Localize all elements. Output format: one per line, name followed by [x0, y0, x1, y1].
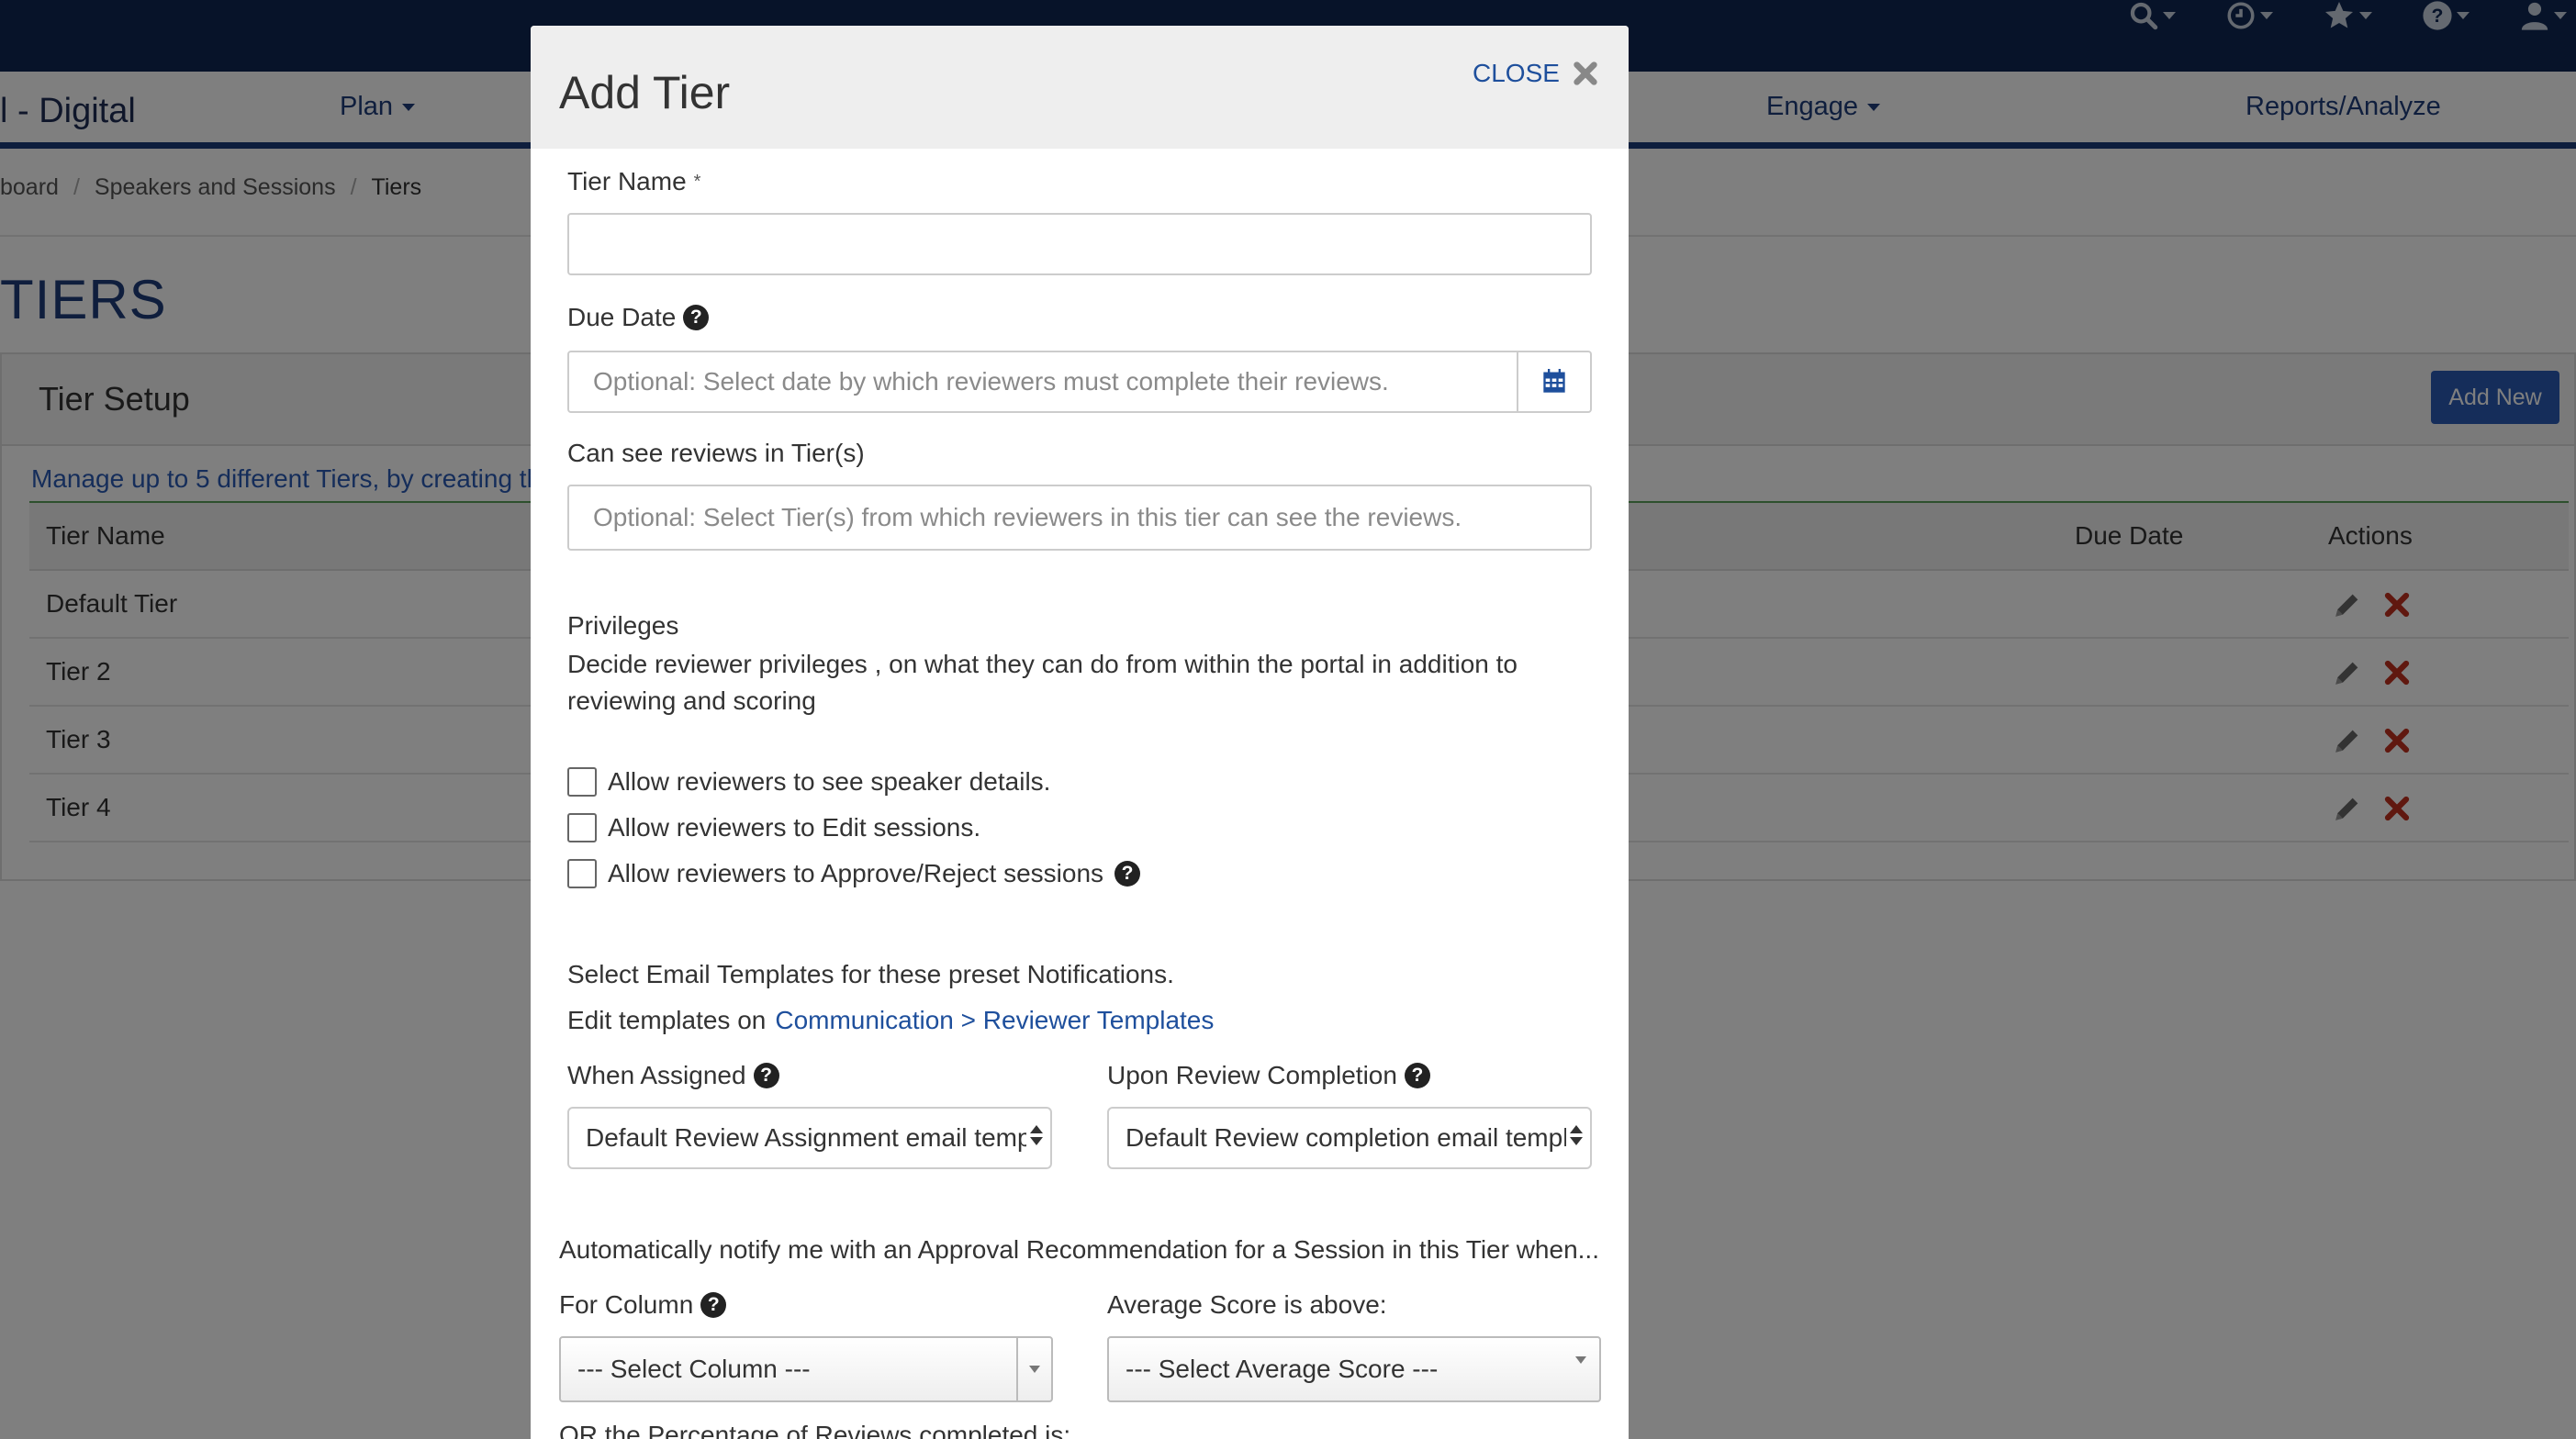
checkbox[interactable]	[567, 859, 597, 888]
for-column-label-text: For Column	[559, 1290, 694, 1319]
dropdown-toggle[interactable]	[1016, 1338, 1051, 1400]
avg-score-selected: --- Select Average Score ---	[1126, 1355, 1439, 1383]
help-icon[interactable]: ?	[1404, 1063, 1430, 1088]
when-assigned-select[interactable]: Default Review Assignment email template	[567, 1107, 1052, 1169]
can-see-reviews-input[interactable]	[567, 485, 1592, 551]
add-tier-modal: Add Tier CLOSE Tier Name * Due Date ? Ca…	[531, 26, 1629, 1439]
can-see-reviews-label: Can see reviews in Tier(s)	[567, 439, 865, 467]
calendar-icon	[1543, 369, 1565, 393]
upon-completion-label: Upon Review Completion ?	[1107, 1061, 1430, 1090]
percentage-label: OR the Percentage of Reviews completed i…	[559, 1421, 1071, 1439]
select-arrows-icon	[1030, 1125, 1043, 1145]
help-icon[interactable]: ?	[1114, 861, 1141, 887]
close-label: CLOSE	[1473, 59, 1560, 87]
tier-name-label: Tier Name *	[567, 167, 700, 196]
tier-name-input[interactable]	[567, 213, 1592, 275]
avg-score-select[interactable]: --- Select Average Score ---	[1107, 1336, 1601, 1402]
privilege-edit-sessions[interactable]: Allow reviewers to Edit sessions.	[567, 813, 980, 842]
checkbox-label: Allow reviewers to Approve/Reject sessio…	[608, 859, 1104, 887]
help-icon[interactable]: ?	[700, 1292, 727, 1318]
avg-score-label: Average Score is above:	[1107, 1290, 1387, 1319]
due-date-label: Due Date ?	[567, 303, 710, 332]
calendar-button[interactable]	[1518, 351, 1592, 413]
checkbox[interactable]	[567, 767, 597, 797]
for-column-select[interactable]: --- Select Column ---	[559, 1336, 1053, 1402]
edit-templates-line: Edit templates on Communication > Review…	[567, 1006, 1214, 1035]
chevron-down-icon	[1029, 1366, 1040, 1373]
due-date-label-text: Due Date	[567, 303, 677, 331]
when-assigned-label-text: When Assigned	[567, 1061, 746, 1089]
checkbox-label: Allow reviewers to see speaker details.	[608, 767, 1051, 796]
email-templates-heading: Select Email Templates for these preset …	[567, 960, 1174, 988]
privileges-description: Decide reviewer privileges , on what the…	[567, 650, 1518, 715]
when-assigned-label: When Assigned ?	[567, 1061, 779, 1090]
privilege-see-speaker-details[interactable]: Allow reviewers to see speaker details.	[567, 767, 1050, 797]
upon-completion-label-text: Upon Review Completion	[1107, 1061, 1397, 1089]
upon-completion-select[interactable]: Default Review completion email template	[1107, 1107, 1592, 1169]
select-arrows-icon	[1570, 1125, 1583, 1145]
privilege-approve-reject[interactable]: Allow reviewers to Approve/Reject sessio…	[567, 859, 1141, 888]
modal-header: Add Tier CLOSE	[531, 26, 1629, 149]
when-assigned-selected: Default Review Assignment email template	[586, 1123, 1026, 1152]
required-mark: *	[693, 171, 701, 192]
help-icon[interactable]: ?	[753, 1063, 779, 1088]
checkbox[interactable]	[567, 813, 597, 842]
help-icon[interactable]: ?	[683, 305, 710, 330]
upon-completion-selected: Default Review completion email template	[1126, 1123, 1566, 1152]
tier-name-label-text: Tier Name	[567, 167, 687, 195]
modal-title: Add Tier	[559, 67, 731, 118]
chevron-down-icon	[1575, 1356, 1586, 1392]
privileges-heading: Privileges	[567, 611, 679, 640]
due-date-input[interactable]	[567, 351, 1518, 413]
close-button[interactable]: CLOSE	[1473, 59, 1600, 88]
for-column-label: For Column ?	[559, 1290, 727, 1320]
auto-notify-text: Automatically notify me with an Approval…	[559, 1235, 1599, 1264]
close-icon	[1574, 61, 1597, 85]
reviewer-templates-link[interactable]: Communication > Reviewer Templates	[775, 1006, 1214, 1035]
edit-templates-prefix: Edit templates on	[567, 1006, 767, 1034]
checkbox-label: Allow reviewers to Edit sessions.	[608, 813, 981, 842]
for-column-selected: --- Select Column ---	[577, 1355, 811, 1383]
